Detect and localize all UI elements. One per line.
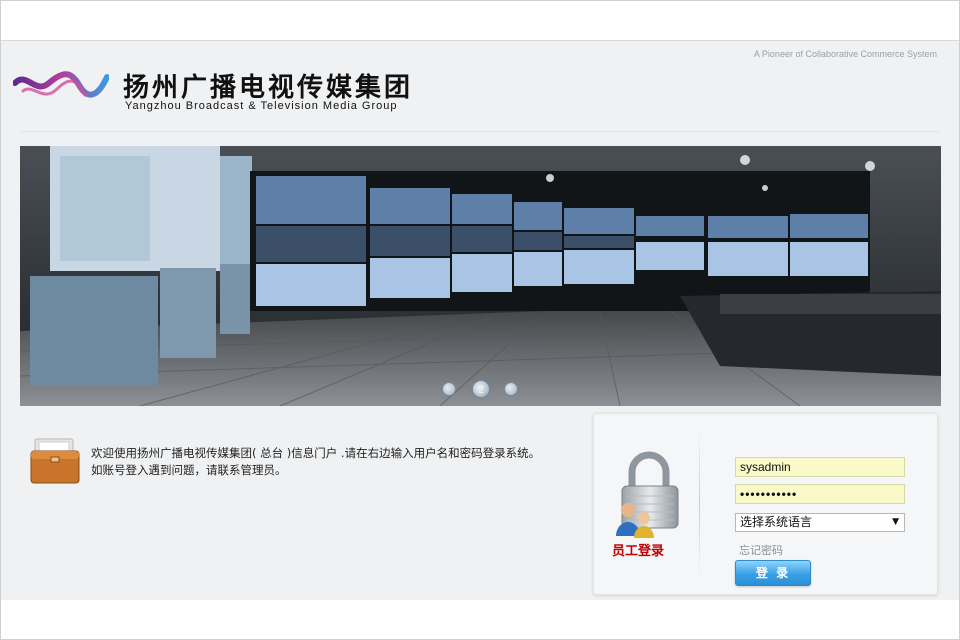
password-input[interactable]: •••••••••••: [735, 484, 905, 504]
tagline: A Pioneer of Collaborative Commerce Syst…: [753, 49, 937, 59]
panel-divider: [699, 428, 700, 578]
banner-carousel[interactable]: 2: [20, 146, 941, 406]
username-input[interactable]: sysadmin: [735, 457, 905, 477]
carousel-pager: 2: [440, 380, 520, 400]
dropdown-arrow-icon: ▼: [892, 517, 899, 527]
padlock-users-icon: [616, 451, 679, 538]
carousel-dot-3[interactable]: [504, 382, 518, 396]
login-button[interactable]: 登 录: [735, 560, 811, 586]
staff-login-title: 员工登录: [612, 544, 665, 559]
header-divider: [21, 131, 939, 132]
bottom-strip: [1, 600, 959, 639]
login-panel: 员工登录 sysadmin ••••••••••• 选择系统语言 ▼ 忘记密码 …: [593, 413, 938, 595]
portal-page: A Pioneer of Collaborative Commerce Syst…: [1, 41, 959, 600]
logo-chinese-name: 扬州广播电视传媒集团: [123, 73, 414, 103]
top-strip: [1, 1, 959, 41]
forgot-password-link[interactable]: 忘记密码: [739, 542, 783, 558]
carousel-dot-2[interactable]: 2: [472, 380, 490, 398]
language-select[interactable]: 选择系统语言 ▼: [735, 513, 905, 532]
welcome-notice: 欢迎使用扬州广播电视传媒集团( 总台 )信息门户 .请在右边输入用户名和密码登录…: [29, 437, 589, 497]
wave-logo-icon: [13, 71, 109, 98]
briefcase-icon: [30, 438, 80, 484]
language-select-value: 选择系统语言: [740, 515, 813, 529]
carousel-dot-1[interactable]: [442, 382, 456, 396]
logo-english-name: Yangzhou Broadcast & Television Media Gr…: [125, 100, 398, 112]
control-room-photo: [20, 146, 941, 406]
brand-logo: 扬州广播电视传媒集团 Yangzhou Broadcast & Televisi…: [13, 65, 453, 115]
welcome-line-2: 如账号登入遇到问题，请联系管理员。: [91, 463, 287, 477]
welcome-line-1: 欢迎使用扬州广播电视传媒集团( 总台 )信息门户 .请在右边输入用户名和密码登录…: [91, 446, 541, 460]
